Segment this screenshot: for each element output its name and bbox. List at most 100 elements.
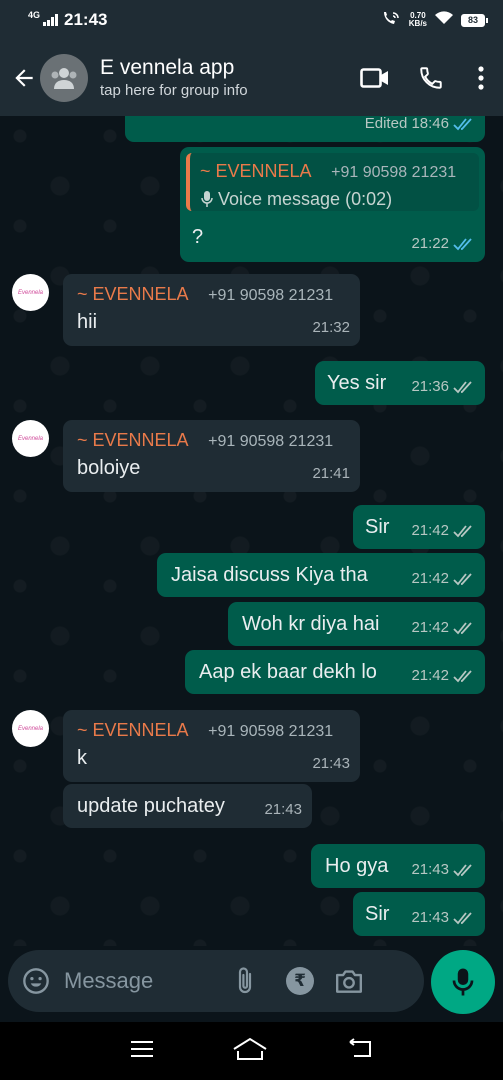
message-text: update puchatey <box>77 795 225 817</box>
rupee-icon: ₹ <box>286 967 314 995</box>
back-arrow-icon[interactable] <box>10 64 38 92</box>
message-bubble-outgoing[interactable]: Sir 21:42 <box>353 505 485 549</box>
quoted-message[interactable]: ~ EVENNELA +91 90598 21231 Voice message… <box>186 153 479 211</box>
sender-phone: +91 90598 21231 <box>208 723 334 740</box>
message-meta: 21:42 <box>411 664 475 688</box>
message-bubble-outgoing[interactable]: Yes sir 21:36 <box>315 361 485 405</box>
composer-bar: ₹ <box>0 946 503 1022</box>
sender-name[interactable]: ~ EVENNELA <box>77 430 189 450</box>
home-nav-button[interactable] <box>232 1037 268 1066</box>
message-meta: 21:43 <box>411 906 475 930</box>
message-meta: 21:36 <box>411 375 475 399</box>
message-bubble-incoming[interactable]: ~ EVENNELA +91 90598 21231 k 21:43 <box>63 710 360 782</box>
message-bubble-incoming[interactable]: update puchatey 21:43 <box>63 784 312 828</box>
avatar-logo-text: Evennela <box>17 435 44 442</box>
emoji-button[interactable] <box>22 967 50 995</box>
wifi-calling-icon <box>381 10 401 30</box>
sender-name[interactable]: ~ EVENNELA <box>77 720 189 740</box>
menu-nav-button[interactable] <box>129 1039 155 1064</box>
avatar-logo-text: Evennela <box>17 289 44 296</box>
message-text: Aap ek baar dekh lo <box>199 661 377 683</box>
message-time: 21:43 <box>411 861 449 878</box>
delivered-tick-icon <box>453 381 472 394</box>
signal-icon <box>43 14 59 26</box>
message-time: 21:36 <box>411 378 449 395</box>
read-receipt-icon <box>453 238 472 251</box>
mic-icon <box>452 968 474 996</box>
payment-button[interactable]: ₹ <box>286 967 314 995</box>
phone-icon <box>420 67 442 89</box>
message-bubble-outgoing[interactable]: Sir 21:43 <box>353 892 485 936</box>
quoted-sender-phone: +91 90598 21231 <box>331 164 457 181</box>
battery-level: 83 <box>467 15 478 25</box>
group-info-hint: tap here for group info <box>100 82 248 99</box>
message-time: Edited 18:46 <box>364 116 449 132</box>
camera-icon <box>336 970 362 993</box>
message-bubble-incoming[interactable]: ~ EVENNELA +91 90598 21231 hii 21:32 <box>63 274 360 346</box>
message-bubble-outgoing[interactable]: Ho gya 21:43 <box>311 844 485 888</box>
camera-button[interactable] <box>334 968 364 994</box>
quoted-sender-name: ~ EVENNELA <box>200 161 312 181</box>
read-receipt-icon <box>453 118 472 131</box>
message-time: 21:42 <box>411 570 449 587</box>
message-bubble-outgoing[interactable]: ~ EVENNELA +91 90598 21231 Voice message… <box>180 147 485 262</box>
emoji-icon <box>23 968 49 994</box>
system-nav-bar <box>0 1022 503 1080</box>
message-text: Sir <box>365 903 390 925</box>
group-icon <box>51 68 77 89</box>
message-meta: 21:42 <box>411 616 475 640</box>
avatar-logo-text: Evennela <box>17 725 44 732</box>
message-text: Jaisa discuss Kiya tha <box>171 564 368 586</box>
more-options-button[interactable] <box>459 50 503 106</box>
delivered-tick-icon <box>453 525 472 538</box>
message-text: Sir <box>365 516 390 538</box>
message-text: Ho gya <box>325 855 389 877</box>
mic-icon <box>201 191 213 207</box>
status-bar: 4G 21:43 0.70 KB/s 83 <box>0 0 503 40</box>
message-time: 21:43 <box>312 755 350 772</box>
message-bubble-outgoing[interactable]: Jaisa discuss Kiya tha 21:42 <box>157 553 485 597</box>
message-time: 21:42 <box>411 522 449 539</box>
speed-unit: KB/s <box>408 19 427 28</box>
message-meta: 21:42 <box>411 519 475 543</box>
wifi-icon <box>435 10 453 30</box>
message-text: hii <box>77 311 98 333</box>
group-avatar[interactable] <box>40 54 88 102</box>
message-bubble-outgoing[interactable]: Aap ek baar dekh lo 21:42 <box>185 650 485 694</box>
sender-avatar[interactable]: Evennela <box>12 274 49 311</box>
group-info[interactable]: E vennela app tap here for group info <box>100 55 248 101</box>
message-bubble-outgoing[interactable]: Woh kr diya hai 21:42 <box>228 602 485 646</box>
message-meta: 21:43 <box>411 858 475 882</box>
message-text: Yes sir <box>327 372 387 394</box>
back-nav-icon <box>349 1037 372 1057</box>
message-bubble-outgoing[interactable]: Edited 18:46 <box>125 116 485 142</box>
message-bubble-incoming[interactable]: ~ EVENNELA +91 90598 21231 boloiye 21:41 <box>63 420 360 492</box>
sender-avatar[interactable]: Evennela <box>12 710 49 747</box>
message-text: k <box>77 747 87 769</box>
message-meta: 21:43 <box>312 752 350 776</box>
video-call-button[interactable] <box>347 50 403 106</box>
message-meta: 21:42 <box>411 567 475 591</box>
delivered-tick-icon <box>453 864 472 877</box>
delivered-tick-icon <box>453 622 472 635</box>
message-time: 21:43 <box>264 801 302 818</box>
message-text: Woh kr diya hai <box>242 613 380 635</box>
chat-area[interactable]: Edited 18:46 ~ EVENNELA +91 90598 21231 … <box>0 116 503 946</box>
sender-name[interactable]: ~ EVENNELA <box>77 284 189 304</box>
message-time: 21:22 <box>411 235 449 252</box>
message-composer: ₹ <box>8 950 424 1012</box>
status-time: 21:43 <box>64 10 108 29</box>
voice-call-button[interactable] <box>403 50 459 106</box>
back-nav-button[interactable] <box>346 1037 374 1065</box>
voice-record-button[interactable] <box>431 950 495 1014</box>
attach-button[interactable] <box>234 966 256 996</box>
message-meta: 21:43 <box>264 798 302 822</box>
sender-avatar[interactable]: Evennela <box>12 420 49 457</box>
message-time: 21:32 <box>312 319 350 336</box>
delivered-tick-icon <box>453 573 472 586</box>
chat-header: E vennela app tap here for group info <box>0 40 503 116</box>
message-meta: 21:41 <box>312 462 350 486</box>
network-speed: 0.70 KB/s <box>409 12 427 28</box>
message-text: ? <box>192 226 204 248</box>
message-input[interactable] <box>64 968 224 994</box>
